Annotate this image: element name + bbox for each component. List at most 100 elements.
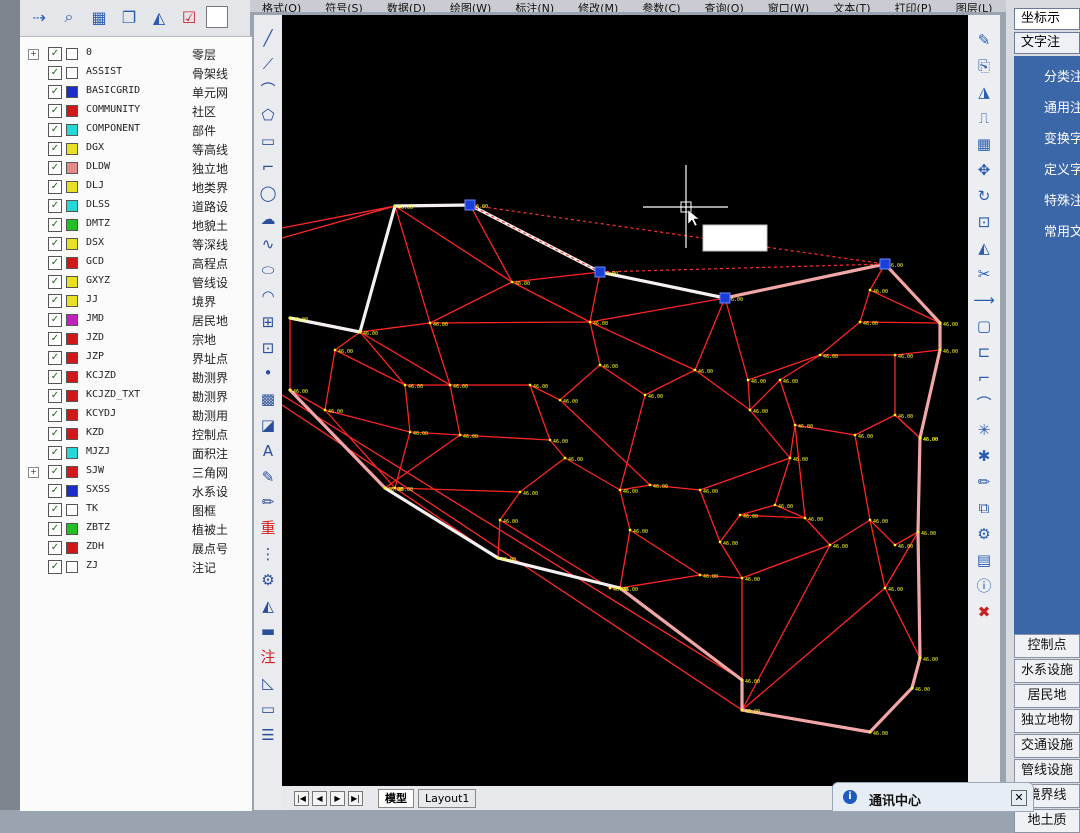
layer-visible-checkbox[interactable]: ✓ <box>48 332 62 346</box>
expand-icon[interactable]: + <box>28 49 39 60</box>
menu-item-9[interactable]: 文本(T) <box>833 3 870 12</box>
tab-model[interactable]: 模型 <box>378 789 414 808</box>
close-red-icon[interactable]: ✖ <box>972 601 996 623</box>
comm-center[interactable]: i 通讯中心 ✕ <box>832 782 1034 812</box>
layer-row[interactable]: ✓ ASSIST 骨架线 <box>20 64 252 83</box>
layer-visible-checkbox[interactable]: ✓ <box>48 503 62 517</box>
layer-visible-checkbox[interactable]: ✓ <box>48 85 62 99</box>
arc-icon[interactable]: ⌒ <box>256 79 280 101</box>
menu-item-4[interactable]: 标注(N) <box>515 3 554 12</box>
layer-row[interactable]: ✓ DMTZ 地貌土 <box>20 216 252 235</box>
ruler-icon[interactable]: ▬ <box>256 620 280 642</box>
layer-row[interactable]: ✓ GCD 高程点 <box>20 254 252 273</box>
break-icon[interactable]: ▢ <box>972 315 996 337</box>
layer-row[interactable]: ✓ DSX 等深线 <box>20 235 252 254</box>
empty-box-icon[interactable] <box>206 6 228 28</box>
layer-visible-checkbox[interactable]: ✓ <box>48 47 62 61</box>
symbol-bottom-item[interactable]: 管线设施 <box>1014 759 1080 783</box>
layer-color-swatch[interactable] <box>66 352 78 364</box>
grip-point[interactable] <box>594 266 606 278</box>
layer-color-swatch[interactable] <box>66 295 78 307</box>
layer-visible-checkbox[interactable]: ✓ <box>48 66 62 80</box>
menu-item-6[interactable]: 参数(C) <box>642 3 680 12</box>
layer-visible-checkbox[interactable]: ✓ <box>48 142 62 156</box>
annotate-tool-icon[interactable]: 注 <box>256 646 280 668</box>
layer-visible-checkbox[interactable]: ✓ <box>48 427 62 441</box>
layer-row[interactable]: ✓ ZBTZ 植被土 <box>20 520 252 539</box>
layer-row[interactable]: ✓ SXSS 水系设 <box>20 482 252 501</box>
symbol-category-item[interactable]: 通用注 <box>1044 97 1080 116</box>
symbol-category-item[interactable]: 变换字 <box>1044 128 1080 147</box>
menu-item-10[interactable]: 打印(P) <box>895 3 932 12</box>
layer-visible-checkbox[interactable]: ✓ <box>48 313 62 327</box>
scale-icon[interactable]: ⊡ <box>972 211 996 233</box>
shape-icon[interactable]: ◺ <box>256 672 280 694</box>
layer-row[interactable]: ✓ MJZJ 面积注 <box>20 444 252 463</box>
layer-row[interactable]: ✓ BASICGRID 单元网 <box>20 83 252 102</box>
layer-row[interactable]: ✓ DGX 等高线 <box>20 140 252 159</box>
table-icon[interactable]: ▤ <box>972 549 996 571</box>
layer-row[interactable]: + ✓ 0 零层 <box>20 45 252 64</box>
layer-visible-checkbox[interactable]: ✓ <box>48 484 62 498</box>
layer-color-swatch[interactable] <box>66 485 78 497</box>
layer-row[interactable]: ✓ KCJZD_TXT 勘测界 <box>20 387 252 406</box>
layer-color-swatch[interactable] <box>66 466 78 478</box>
layer-color-swatch[interactable] <box>66 124 78 136</box>
prev-tab-icon[interactable]: ◀ <box>312 791 327 806</box>
layer-visible-checkbox[interactable]: ✓ <box>48 294 62 308</box>
dynamic-input-box[interactable] <box>702 224 768 252</box>
measure-icon[interactable]: ◭ <box>256 595 280 617</box>
fillet-icon[interactable]: ⌒ <box>972 393 996 415</box>
next-tab-icon[interactable]: ▶ <box>330 791 345 806</box>
menu-item-8[interactable]: 窗口(W) <box>768 3 809 12</box>
polyline-icon[interactable]: ⟋ <box>256 53 280 75</box>
revcloud-icon[interactable]: ☁ <box>256 208 280 230</box>
layer-visible-checkbox[interactable]: ✓ <box>48 465 62 479</box>
pencil2-icon[interactable]: ✏ <box>972 471 996 493</box>
menu-item-0[interactable]: 格式(O) <box>262 3 301 12</box>
rectangle-icon[interactable]: ▭ <box>256 130 280 152</box>
layer-visible-checkbox[interactable]: ✓ <box>48 541 62 555</box>
layer-color-swatch[interactable] <box>66 428 78 440</box>
insert-block-icon[interactable]: ⊞ <box>256 311 280 333</box>
layer-visible-checkbox[interactable]: ✓ <box>48 256 62 270</box>
circle-icon[interactable]: ◯ <box>256 182 280 204</box>
layer-visible-checkbox[interactable]: ✓ <box>48 180 62 194</box>
layer-color-swatch[interactable] <box>66 86 78 98</box>
move-icon[interactable]: ✥ <box>972 159 996 181</box>
rect2-icon[interactable]: ▭ <box>256 698 280 720</box>
mirror-icon[interactable]: ◮ <box>972 81 996 103</box>
layer-row[interactable]: ✓ COMMUNITY 社区 <box>20 102 252 121</box>
pencil-icon[interactable]: ✏ <box>256 491 280 513</box>
layer-row[interactable]: ✓ KCJZD 勘测界 <box>20 368 252 387</box>
layer-visible-checkbox[interactable]: ✓ <box>48 389 62 403</box>
layer-color-swatch[interactable] <box>66 219 78 231</box>
layer-color-swatch[interactable] <box>66 523 78 535</box>
layer-color-swatch[interactable] <box>66 67 78 79</box>
menu-item-5[interactable]: 修改(M) <box>578 3 618 12</box>
layer-row[interactable]: ✓ JZP 界址点 <box>20 349 252 368</box>
tab-text-label[interactable]: 文字注 <box>1014 32 1080 54</box>
close-icon[interactable]: ✕ <box>1011 790 1027 806</box>
polygon-icon[interactable]: ⬠ <box>256 104 280 126</box>
symbol-category-item[interactable]: 特殊注 <box>1044 190 1080 209</box>
rotate-icon[interactable]: ↻ <box>972 185 996 207</box>
ellipse-arc-icon[interactable]: ◠ <box>256 285 280 307</box>
copy-icon[interactable]: ⎘ <box>972 55 996 77</box>
layer-visible-checkbox[interactable]: ✓ <box>48 237 62 251</box>
layer-row[interactable]: ✓ DLSS 道路设 <box>20 197 252 216</box>
layer-row[interactable]: ✓ JMD 居民地 <box>20 311 252 330</box>
layer-color-swatch[interactable] <box>66 238 78 250</box>
symbol-category-item[interactable]: 定义字 <box>1044 159 1080 178</box>
layer-visible-checkbox[interactable]: ✓ <box>48 522 62 536</box>
spline-icon[interactable]: ∿ <box>256 233 280 255</box>
info-icon[interactable]: ⓘ <box>972 575 996 597</box>
erase-icon[interactable]: ✎ <box>972 29 996 51</box>
layer-visible-checkbox[interactable]: ✓ <box>48 161 62 175</box>
menu-item-3[interactable]: 绘图(W) <box>450 3 491 12</box>
layer-visible-checkbox[interactable]: ✓ <box>48 104 62 118</box>
make-block-icon[interactable]: ⊡ <box>256 337 280 359</box>
layer-color-swatch[interactable] <box>66 276 78 288</box>
extend-icon[interactable]: ⟶ <box>972 289 996 311</box>
symbol-bottom-item[interactable]: 水系设施 <box>1014 659 1080 683</box>
